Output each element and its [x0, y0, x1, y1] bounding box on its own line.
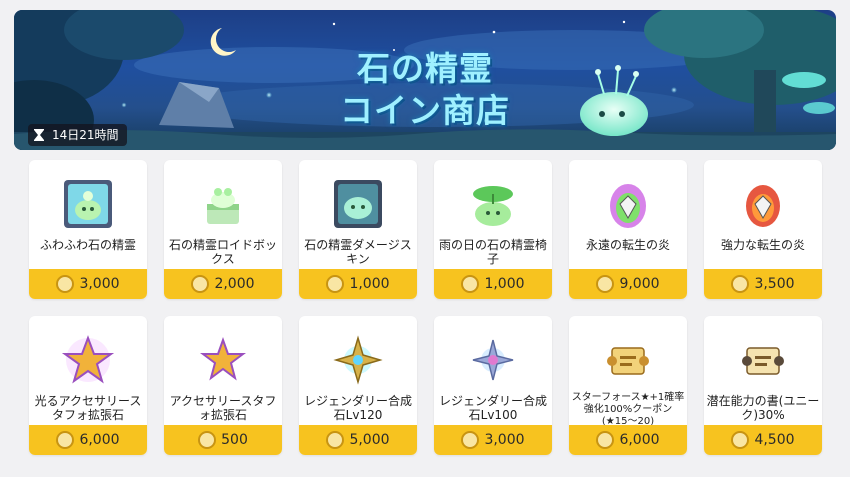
timer-text: 14日21時間 — [52, 128, 119, 142]
item-price-bar: 6,000 — [569, 425, 687, 455]
item-price: 3,000 — [484, 432, 525, 448]
stone-spirit-android-box-icon — [207, 188, 239, 224]
item-price-bar: 1,000 — [434, 269, 552, 299]
item-name: 石の精霊ロイドボックス — [168, 238, 277, 266]
coin-icon — [461, 275, 480, 293]
eternal-rebirth-flame-icon — [610, 184, 646, 228]
banner-title-line1: 石の精霊 — [357, 49, 493, 88]
event-timer: 14日21時間 — [28, 124, 127, 146]
item-price: 500 — [221, 432, 248, 448]
shop-item-card[interactable]: レジェンダリー合成石Lv120 5,000 — [299, 316, 417, 455]
shop-item-card[interactable]: 石の精霊ロイドボックス 2,000 — [164, 160, 282, 299]
item-name: 潜在能力の書(ユニーク)30% — [706, 394, 820, 422]
stone-spirit-damage-skin-icon — [334, 180, 382, 228]
coin-icon — [56, 275, 75, 293]
starforce-coupon-scroll-icon — [607, 347, 649, 375]
star-stone-icon — [200, 337, 246, 381]
item-price-bar: 4,500 — [704, 425, 822, 455]
banner-title-line2: コイン商店 — [340, 91, 510, 130]
shop-item-card[interactable]: 永遠の転生の炎 9,000 — [569, 160, 687, 299]
fluffy-stone-spirit-icon — [64, 180, 112, 228]
item-price: 1,000 — [484, 276, 525, 292]
rainy-day-spirit-chair-icon — [473, 186, 513, 226]
item-price-bar: 6,000 — [29, 425, 147, 455]
item-price-bar: 2,000 — [164, 269, 282, 299]
shop-item-card[interactable]: 光るアクセサリースタフォ拡張石 6,000 — [29, 316, 147, 455]
powerful-rebirth-flame-icon — [746, 185, 780, 227]
item-name: 石の精霊ダメージスキン — [304, 238, 412, 266]
shining-star-stone-icon — [61, 335, 115, 384]
item-price-bar: 9,000 — [569, 269, 687, 299]
shop-item-card[interactable]: アクセサリースタフォ拡張石 500 — [164, 316, 282, 455]
shop-item-card[interactable]: スターフォース★+1確率強化100%クーポン(★15～20) 6,000 — [569, 316, 687, 455]
item-price: 6,000 — [619, 432, 660, 448]
coin-icon — [198, 431, 217, 449]
coin-icon — [326, 275, 345, 293]
item-name: 永遠の転生の炎 — [585, 238, 670, 252]
item-name: レジェンダリー合成石Lv120 — [303, 394, 412, 422]
hourglass-icon — [34, 129, 44, 141]
item-price: 2,000 — [214, 276, 255, 292]
shop-item-card[interactable]: ふわふわ石の精霊 3,000 — [29, 160, 147, 299]
legendary-stone-lv100-icon — [472, 339, 514, 381]
coin-icon — [191, 275, 210, 293]
item-name: 雨の日の石の精霊椅子 — [438, 238, 547, 266]
item-price: 6,000 — [79, 432, 120, 448]
legendary-stone-lv120-icon — [333, 335, 383, 385]
coin-icon — [731, 275, 750, 293]
coin-icon — [596, 431, 615, 449]
item-price: 3,500 — [754, 276, 795, 292]
item-price-bar: 1,000 — [299, 269, 417, 299]
item-name: レジェンダリー合成石Lv100 — [438, 394, 547, 422]
coin-icon — [731, 431, 750, 449]
item-name: スターフォース★+1確率強化100%クーポン(★15～20) — [571, 392, 685, 427]
shop-item-card[interactable]: 石の精霊ダメージスキン 1,000 — [299, 160, 417, 299]
item-price: 5,000 — [349, 432, 390, 448]
coin-icon — [326, 431, 345, 449]
shop-item-card[interactable]: 強力な転生の炎 3,500 — [704, 160, 822, 299]
item-price-bar: 3,000 — [434, 425, 552, 455]
item-price-bar: 500 — [164, 425, 282, 455]
potential-scroll-icon — [742, 347, 784, 375]
coin-icon — [461, 431, 480, 449]
item-name: 強力な転生の炎 — [720, 238, 805, 252]
item-name: アクセサリースタフォ拡張石 — [169, 394, 277, 422]
item-price-bar: 3,000 — [29, 269, 147, 299]
coin-icon — [596, 275, 615, 293]
item-price: 1,000 — [349, 276, 390, 292]
item-price: 4,500 — [754, 432, 795, 448]
shop-item-card[interactable]: レジェンダリー合成石Lv100 3,000 — [434, 316, 552, 455]
item-price: 9,000 — [619, 276, 660, 292]
item-price-bar: 5,000 — [299, 425, 417, 455]
shop-banner: 石の精霊 コイン商店 14日21時間 — [14, 10, 836, 150]
coin-icon — [56, 431, 75, 449]
item-name: 光るアクセサリースタフォ拡張石 — [34, 394, 142, 422]
item-name: ふわふわ石の精霊 — [39, 238, 136, 252]
item-price-bar: 3,500 — [704, 269, 822, 299]
item-price: 3,000 — [79, 276, 120, 292]
shop-item-card[interactable]: 潜在能力の書(ユニーク)30% 4,500 — [704, 316, 822, 455]
shop-item-card[interactable]: 雨の日の石の精霊椅子 1,000 — [434, 160, 552, 299]
